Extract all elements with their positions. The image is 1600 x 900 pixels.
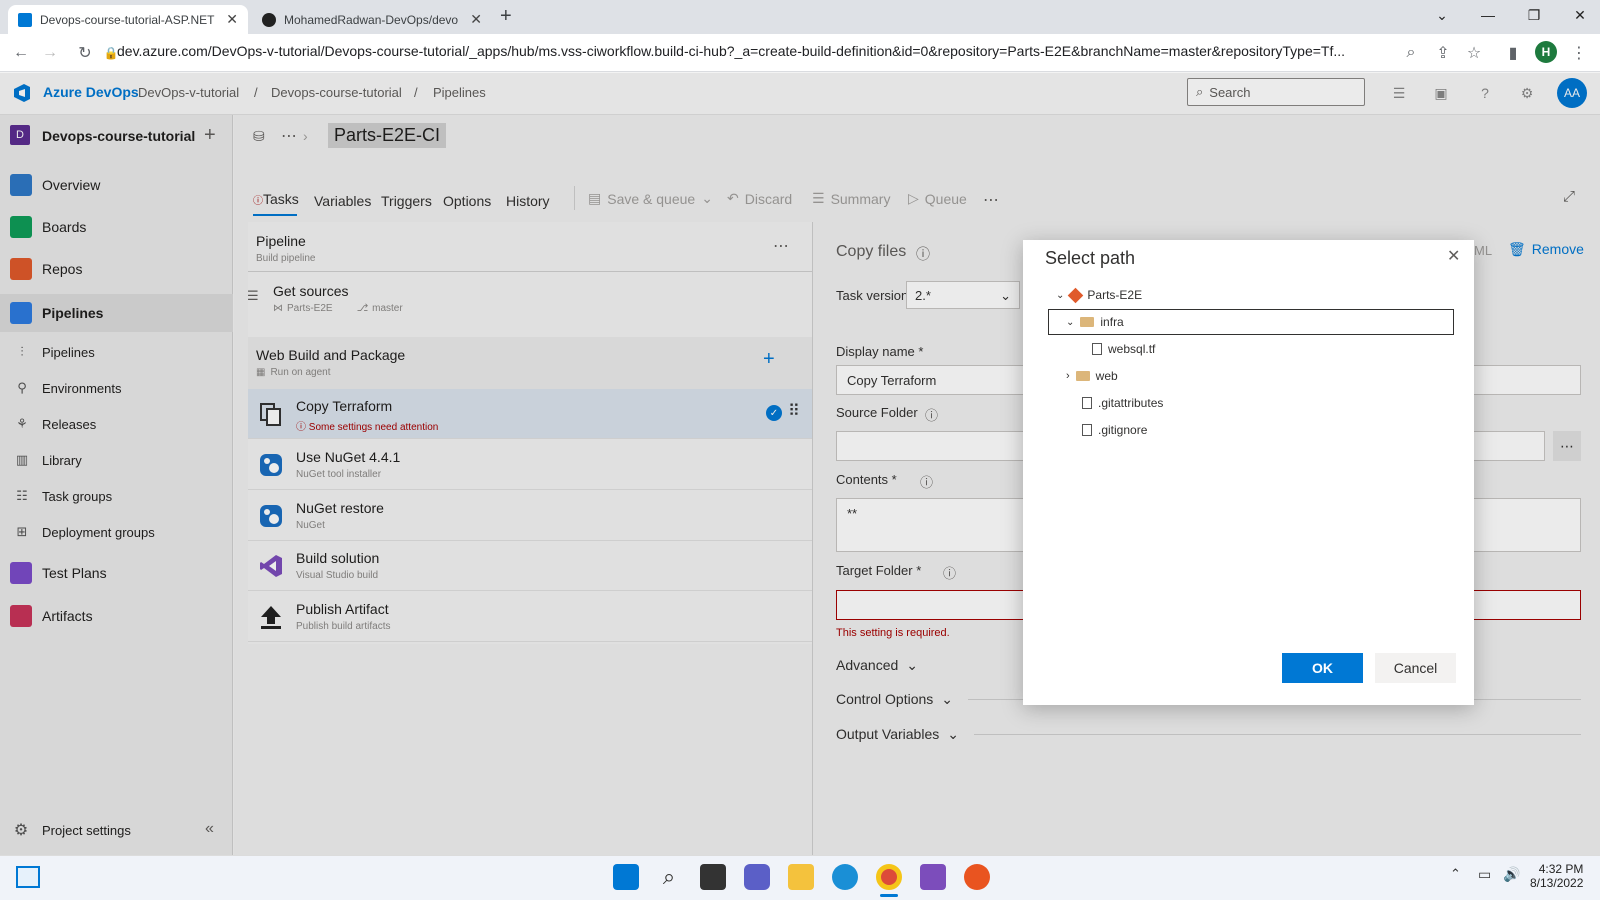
- tree-item-label: websql.tf: [1108, 342, 1156, 356]
- search-icon[interactable]: ⌕: [656, 864, 682, 890]
- dialog-title: Select path: [1045, 248, 1136, 268]
- chevron-down-icon: ⌄: [1066, 316, 1075, 328]
- close-icon[interactable]: ✕: [226, 11, 238, 28]
- tree-item-root[interactable]: ⌄ Parts-E2E: [1056, 287, 1143, 303]
- maximize-button[interactable]: ❐: [1511, 0, 1557, 30]
- tree-item-web[interactable]: › web: [1066, 369, 1118, 383]
- chevron-up-icon[interactable]: ⌃: [1450, 866, 1461, 882]
- close-icon[interactable]: ✕: [470, 11, 482, 28]
- back-icon[interactable]: ←: [10, 42, 32, 64]
- browser-tab-github[interactable]: MohamedRadwan-DevOps/devo ✕: [252, 5, 492, 34]
- github-favicon-icon: [262, 12, 276, 27]
- tree-item-infra[interactable]: ⌄ infra: [1066, 315, 1124, 329]
- file-icon: [1082, 424, 1092, 436]
- file-icon: [1082, 397, 1092, 409]
- zoom-icon[interactable]: ⌕: [1400, 42, 1422, 64]
- chevron-right-icon: ›: [1066, 370, 1070, 382]
- tree-item-label: .gitattributes: [1098, 396, 1164, 410]
- bookmark-star-icon[interactable]: ☆: [1463, 42, 1485, 64]
- tree-item-label: web: [1095, 369, 1118, 383]
- active-app-indicator: [880, 894, 898, 897]
- browser-tab-azure[interactable]: Devops-course-tutorial-ASP.NET ✕: [8, 5, 248, 34]
- clock[interactable]: 4:32 PM 8/13/2022: [1530, 862, 1583, 890]
- ubuntu-icon[interactable]: [964, 864, 990, 890]
- azure-devops-favicon-icon: [18, 12, 32, 27]
- tree-item-file[interactable]: websql.tf: [1092, 342, 1155, 356]
- network-icon[interactable]: ▭: [1478, 866, 1491, 883]
- visual-studio-icon[interactable]: [920, 864, 946, 890]
- forward-icon[interactable]: →: [39, 42, 61, 64]
- folder-icon: [1075, 371, 1090, 381]
- sidepanel-icon[interactable]: ▮: [1502, 42, 1524, 64]
- tab-search-icon[interactable]: ⌄: [1419, 0, 1465, 30]
- tree-item-file[interactable]: .gitignore: [1082, 423, 1147, 437]
- chrome-icon[interactable]: [876, 864, 902, 890]
- url-field[interactable]: dev.azure.com/DevOps-v-tutorial/Devops-c…: [117, 43, 1357, 59]
- cancel-button[interactable]: Cancel: [1375, 653, 1456, 683]
- browser-menu-icon[interactable]: ⋮: [1568, 42, 1590, 64]
- tree-item-label: .gitignore: [1098, 423, 1148, 437]
- tree-item-label: infra: [1100, 315, 1124, 329]
- browser-tab-title: Devops-course-tutorial-ASP.NET: [40, 12, 215, 27]
- widgets-icon[interactable]: [16, 866, 40, 888]
- window-close-button[interactable]: ✕: [1557, 0, 1600, 30]
- browser-tab-title: MohamedRadwan-DevOps/devo: [284, 12, 459, 27]
- new-tab-button[interactable]: +: [500, 5, 512, 28]
- file-explorer-icon[interactable]: [788, 864, 814, 890]
- windows-start-icon[interactable]: [613, 864, 639, 890]
- edge-icon[interactable]: [832, 864, 858, 890]
- chevron-down-icon: ⌄: [1056, 289, 1065, 301]
- teams-chat-icon[interactable]: [744, 864, 770, 890]
- volume-icon[interactable]: 🔊: [1503, 866, 1520, 883]
- close-icon[interactable]: ✕: [1447, 246, 1460, 266]
- tree-item-label: Parts-E2E: [1087, 288, 1143, 302]
- git-repo-icon: [1068, 287, 1084, 303]
- clock-date: 8/13/2022: [1530, 876, 1584, 890]
- browser-profile-avatar[interactable]: H: [1535, 41, 1557, 63]
- file-icon: [1092, 343, 1102, 355]
- clock-time: 4:32 PM: [1538, 862, 1584, 876]
- task-view-icon[interactable]: [700, 864, 726, 890]
- share-icon[interactable]: ⇪: [1432, 42, 1454, 64]
- minimize-button[interactable]: —: [1465, 0, 1511, 30]
- reload-icon[interactable]: ↻: [74, 42, 96, 64]
- folder-icon: [1080, 317, 1095, 327]
- ok-button[interactable]: OK: [1282, 653, 1363, 683]
- tree-item-file[interactable]: .gitattributes: [1082, 396, 1163, 410]
